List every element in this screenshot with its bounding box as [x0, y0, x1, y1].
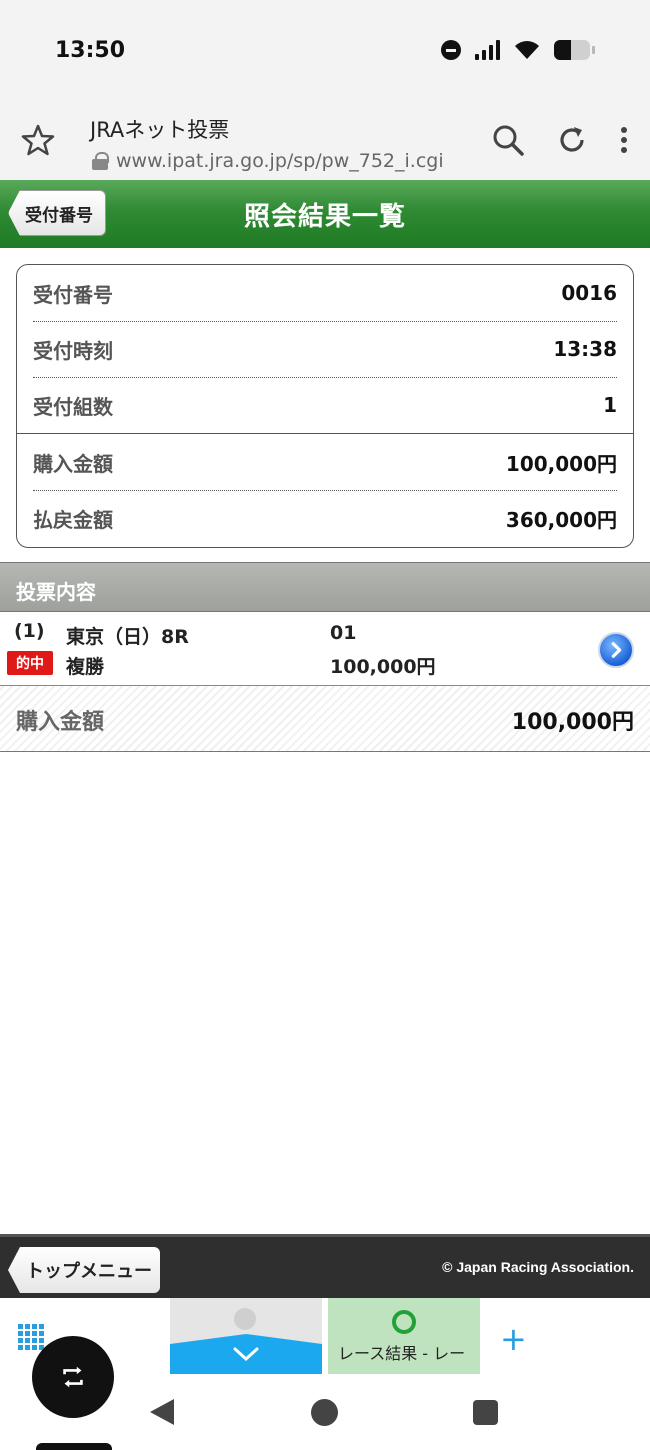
summary-label: 購入金額	[33, 451, 113, 476]
tab-label: レース結果 - レー	[338, 1344, 466, 1363]
back-button[interactable]: 受付番号	[8, 190, 106, 236]
bet-list-item[interactable]: (1) 東京（日）8R 的中 複勝 01 100,000円	[0, 612, 650, 686]
summary-value: 100,000円	[505, 451, 617, 476]
bottom-sheet-peek	[36, 1443, 112, 1450]
bet-number: (1)	[14, 620, 45, 642]
summary-value: 0016	[561, 281, 617, 305]
battery-tip	[592, 46, 595, 54]
do-not-disturb-icon	[441, 40, 461, 60]
summary-row-purchase-amount: 購入金額 100,000円	[33, 434, 617, 490]
chevron-down-icon	[233, 1347, 259, 1362]
repeat-icon	[63, 1366, 83, 1388]
summary-label: 受付組数	[33, 394, 113, 419]
status-icons	[441, 40, 595, 60]
hit-badge: 的中	[7, 651, 53, 675]
total-value: 100,000円	[511, 710, 634, 735]
wifi-icon	[515, 41, 539, 59]
status-bar: 13:50	[0, 0, 650, 100]
section-title: 投票内容	[16, 580, 96, 604]
summary-row-receipt-number: 受付番号 0016	[33, 265, 617, 321]
nav-home-icon[interactable]	[311, 1399, 338, 1426]
signal-icon	[475, 40, 500, 60]
url-text: www.ipat.jra.go.jp/sp/pw_752_i.cgi	[116, 150, 444, 172]
more-menu-icon[interactable]	[618, 122, 630, 158]
lock-icon	[92, 152, 109, 170]
bet-amount: 100,000円	[330, 656, 436, 678]
total-row: 購入金額 100,000円	[0, 686, 650, 752]
reload-icon[interactable]	[554, 122, 590, 158]
top-menu-button[interactable]: トップメニュー	[8, 1247, 160, 1293]
new-tab-plus-icon[interactable]: +	[500, 1320, 527, 1358]
status-time: 13:50	[55, 38, 126, 63]
bet-type: 複勝	[66, 656, 105, 678]
battery-icon	[554, 40, 590, 60]
summary-value: 360,000円	[505, 507, 617, 532]
bet-race: 東京（日）8R	[66, 626, 189, 648]
summary-value: 1	[603, 393, 617, 417]
summary-row-receipt-time: 受付時刻 13:38	[33, 321, 617, 377]
bet-horse-number: 01	[330, 622, 357, 644]
chevron-right-icon	[611, 642, 622, 658]
tab-grid-icon[interactable]	[18, 1324, 44, 1350]
summary-label: 受付番号	[33, 282, 113, 307]
summary-label: 受付時刻	[33, 338, 113, 363]
address-bar[interactable]: www.ipat.jra.go.jp/sp/pw_752_i.cgi	[92, 150, 444, 172]
copyright-text: © Japan Racing Association.	[442, 1259, 634, 1275]
page-header: 照会結果一覧 受付番号	[0, 180, 650, 248]
summary-card: 受付番号 0016 受付時刻 13:38 受付組数 1 購入金額 100,000…	[16, 264, 634, 548]
tab-favicon	[392, 1310, 416, 1334]
bookmark-star-icon[interactable]	[20, 122, 56, 158]
summary-label: 払戻金額	[33, 507, 113, 532]
total-label: 購入金額	[16, 710, 105, 735]
search-icon[interactable]	[490, 122, 526, 158]
tab-thumbnail-current[interactable]	[170, 1298, 322, 1374]
nav-back-icon[interactable]	[150, 1399, 174, 1425]
tab-switch-fab[interactable]	[32, 1336, 114, 1418]
summary-value: 13:38	[553, 337, 617, 361]
browser-page-title: JRAネット投票	[90, 118, 230, 142]
footer-bar: トップメニュー © Japan Racing Association.	[0, 1234, 650, 1298]
tab-thumbnail-race-results[interactable]: レース結果 - レー	[328, 1298, 480, 1374]
section-header: 投票内容	[0, 562, 650, 612]
browser-toolbar: JRAネット投票 www.ipat.jra.go.jp/sp/pw_752_i.…	[0, 100, 650, 180]
browser-actions	[490, 122, 630, 158]
summary-row-payout-amount: 払戻金額 360,000円	[33, 490, 617, 546]
tab-favicon	[234, 1308, 256, 1330]
detail-chevron-button[interactable]	[598, 632, 634, 668]
nav-recents-icon[interactable]	[473, 1400, 498, 1425]
summary-row-set-count: 受付組数 1	[33, 377, 617, 433]
